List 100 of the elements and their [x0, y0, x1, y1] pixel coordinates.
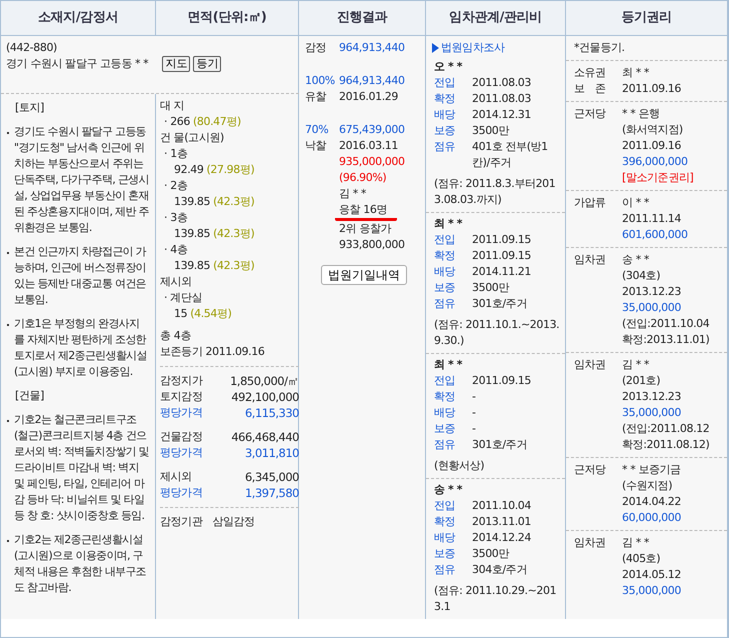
field-label: 전입 [434, 75, 456, 91]
field-label: 보증 [434, 123, 456, 139]
area-value: 139.85 [174, 226, 210, 242]
area-value: 139.85 [174, 258, 210, 274]
right-detail: (201호) [622, 373, 662, 389]
field-value: 2011.10.04 [472, 498, 531, 514]
right-type: 가압류 [574, 195, 607, 211]
right-detail: * * 은행 [622, 106, 661, 122]
field-value: 3500만 [472, 280, 509, 296]
field-label: 전입 [434, 498, 456, 514]
right-amount: 35,000,000 [622, 583, 681, 599]
address-text: 경기 수원시 팔달구 고등동 * * [6, 56, 148, 72]
right-detail: 김 * * [622, 357, 650, 373]
result-value: 2위 응찰가 [339, 221, 392, 237]
valuation-label: 토지감정 [160, 389, 202, 405]
field-value: 301호/주거 [472, 437, 527, 453]
valuation-label: 평당가격 [160, 405, 202, 421]
right-detail: 2013.12.23 [622, 389, 682, 405]
map-button[interactable]: 지도 [162, 56, 190, 72]
right-type: 임차권 [574, 535, 607, 551]
field-label: 점유 [434, 139, 456, 155]
right-detail: 2014.05.12 [622, 567, 681, 583]
right-amount: 396,000,000 [622, 154, 689, 170]
right-detail: (수원지점) [622, 478, 674, 494]
field-label: 보증 [434, 546, 456, 562]
field-value: - [472, 421, 476, 437]
pyeong-value: (42.3평) [213, 194, 254, 210]
right-detail: (405호) [622, 551, 662, 567]
valuation-value: 3,011,810 [244, 445, 299, 461]
appraiser-label: 감정기관 [160, 514, 202, 530]
right-detail: (전입:2011.10.04 [622, 316, 710, 332]
section-heading: [건물] [14, 388, 45, 404]
tenant-name: 송 * * [434, 482, 464, 498]
result-value: 933,800,000 [339, 237, 405, 253]
triangle-icon [432, 43, 439, 53]
right-amount: 60,000,000 [622, 510, 681, 526]
valuation-label: 건물감정 [160, 429, 202, 445]
tenant-note: (점유: 2011.10.29.~2013.1 [434, 583, 558, 615]
registry-button[interactable]: 등기 [193, 56, 222, 72]
valuation-value: 1,397,580 [244, 485, 299, 501]
area-category: 제시외 [160, 274, 193, 290]
column-header: 임차관계/관리비 [426, 1, 566, 36]
valuation-label: 평당가격 [160, 445, 202, 461]
field-value: 2011.09.15 [472, 248, 531, 264]
right-detail: 이 * * [622, 195, 650, 211]
pyeong-value: (80.47평) [193, 114, 241, 130]
right-amount: 35,000,000 [622, 405, 682, 421]
field-label: 배당 [434, 405, 456, 421]
description-text: 기호1은 부정형의 완경사지를 자체지반 평탄하게 조성한 토지로서 제2종근린생활시설(고시원) 부지로 이용중임. [14, 316, 148, 380]
section-heading: [토지] [14, 100, 45, 116]
right-detail: 송 * * [622, 252, 650, 268]
valuation-value: 492,100,000 [231, 389, 299, 405]
field-value: 3500만 [472, 546, 509, 562]
result-value: 935,000,000 [339, 154, 405, 170]
description-text: 경기도 수원시 팔달구 고등동 "경기도청" 남서측 인근에 위치하는 부동산으로서 주위는 단독주택, 다가구주택, 근생시설, 상업업무용 부동산이 혼재된 주상혼용지대이며, 제반 주위환경은 보통임. [14, 124, 149, 236]
right-detail: 최 * * [622, 65, 649, 81]
field-value: 2011.08.03 [472, 75, 531, 91]
column-header: 소재지/감정서 [1, 1, 156, 36]
result-value: 964,913,440 [339, 40, 405, 56]
floor-label: · 계단실 [163, 290, 203, 306]
tenant-note: (점유: 2011.8.3.부터2013.08.03.까지) [434, 176, 556, 208]
right-detail: 2014.04.22 [622, 494, 681, 510]
right-type: 보 존 [574, 81, 607, 97]
right-detail: (화서역지점) [622, 122, 684, 138]
field-value: 2014.12.24 [472, 530, 531, 546]
tenant-name: 오 * * [434, 59, 464, 75]
field-label: 확정 [434, 514, 456, 530]
field-value: 2014.11.21 [472, 264, 531, 280]
description-text: 본건 인근까지 차량접근이 가능하며, 인근에 버스정류장이 있는 등제반 대중교통 여건은 보통임. [14, 244, 148, 308]
right-detail: 2011.09.16 [622, 81, 681, 97]
field-value: - [472, 405, 476, 421]
field-value: - [472, 389, 476, 405]
field-label: 전입 [434, 232, 456, 248]
tenant-survey-link[interactable]: 법원임차조사 [441, 40, 505, 56]
field-label: 보증 [434, 280, 456, 296]
result-label: 유찰 [305, 89, 328, 105]
right-detail: 김 * * [622, 535, 650, 551]
area-value: · 266 [164, 114, 190, 130]
right-detail: 확정:2011.08.12) [622, 437, 710, 453]
right-type: 임차권 [574, 357, 607, 373]
floor-label: · 2층 [163, 178, 188, 194]
right-status: [말소기준권리] [622, 170, 694, 186]
court-schedule-button[interactable]: 법원기일내역 [321, 265, 407, 285]
right-detail: 2011.11.14 [622, 211, 682, 227]
appraiser-name: 삼일감정 [212, 514, 255, 530]
field-label: 배당 [434, 107, 456, 123]
column-header: 진행결과 [299, 1, 426, 36]
result-label: 낙찰 [305, 138, 328, 154]
field-value: 304호/주거 [472, 562, 527, 578]
pyeong-value: (42.3평) [213, 258, 254, 274]
result-label: 감정 [305, 40, 328, 56]
area-category: 건 물(고시원) [160, 130, 225, 146]
pyeong-value: (42.3평) [213, 226, 254, 242]
valuation-label: 평당가격 [160, 485, 202, 501]
field-label: 전입 [434, 373, 456, 389]
field-label: 점유 [434, 296, 456, 312]
valuation-label: 감정지가 [160, 373, 202, 389]
field-value: 2011.09.15 [472, 373, 531, 389]
pyeong-value: (27.98평) [206, 162, 254, 178]
right-detail: 2011.09.16 [622, 138, 682, 154]
